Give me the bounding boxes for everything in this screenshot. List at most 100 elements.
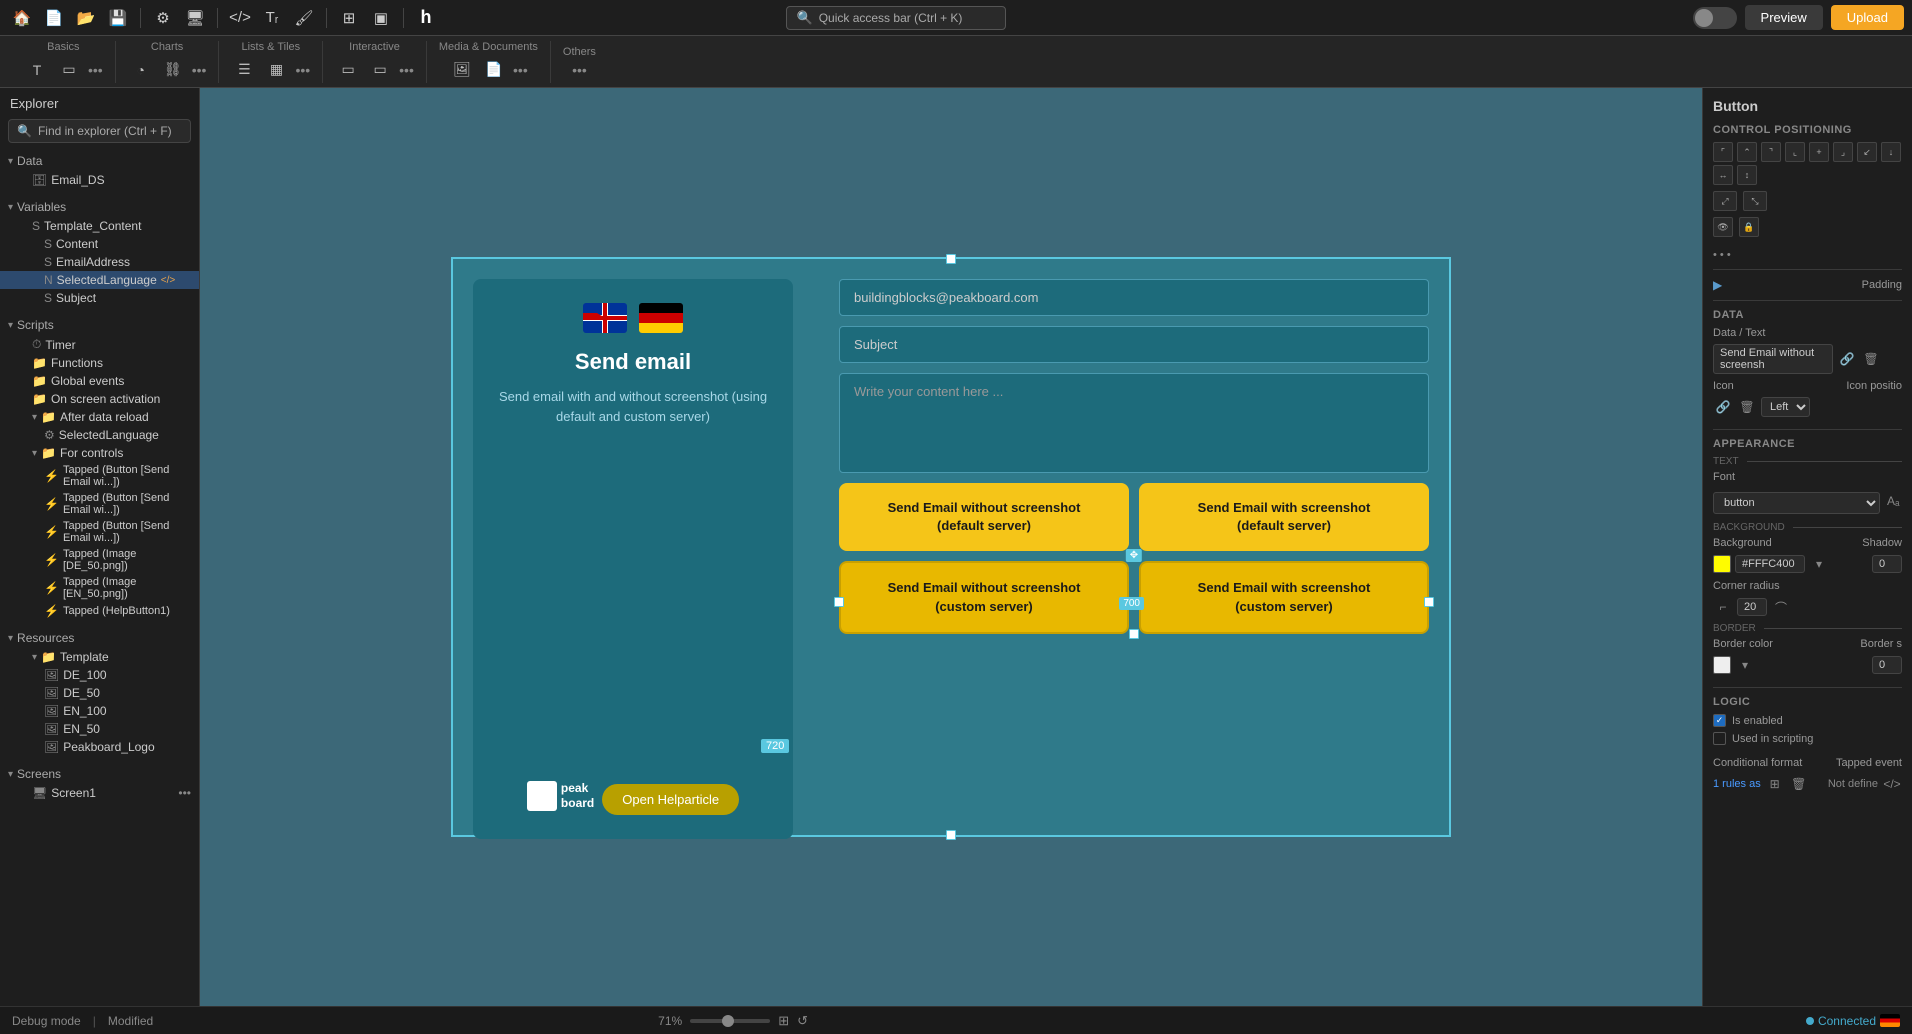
resize-handle-center[interactable]: ✥ — [1126, 549, 1142, 562]
font-resize-icon[interactable]: Aₐ — [1884, 491, 1902, 511]
basics-rect-icon[interactable]: ▭ — [56, 57, 82, 83]
tree-item-en50[interactable]: 🖼 EN_50 — [0, 720, 199, 738]
pos-bc[interactable]: ↓ — [1881, 142, 1901, 162]
font-dropdown[interactable]: button — [1713, 492, 1880, 514]
sel-handle-bottom-form[interactable] — [1129, 629, 1139, 639]
data-text-input[interactable]: Send Email without screensh — [1713, 344, 1833, 374]
media-image-icon[interactable]: 🖼 — [449, 57, 475, 83]
lists-grid-icon[interactable]: ▦ — [263, 57, 289, 83]
interactive-more[interactable]: ••• — [399, 57, 414, 83]
tree-item-tapped-de[interactable]: ⚡ Tapped (Image [DE_50.png]) — [0, 546, 199, 574]
data-link-btn[interactable]: 🔗 — [1837, 349, 1857, 369]
media-more[interactable]: ••• — [513, 57, 528, 83]
tree-item-tapped-1[interactable]: ⚡ Tapped (Button [Send Email wi...]) — [0, 462, 199, 490]
tree-item-subject[interactable]: S Subject — [0, 289, 199, 307]
tree-item-peakboard-logo[interactable]: 🖼 Peakboard_Logo — [0, 738, 199, 756]
send-no-screenshot-custom-btn[interactable]: Send Email without screenshot(custom ser… — [839, 561, 1129, 633]
resources-header[interactable]: ▾ Resources — [0, 628, 199, 648]
pos-mc[interactable]: + — [1809, 142, 1829, 162]
preview-button[interactable]: Preview — [1745, 5, 1823, 30]
pos-tr[interactable]: ⌝ — [1761, 142, 1781, 162]
charts-more[interactable]: ••• — [192, 57, 207, 83]
corner-radius-input[interactable]: 20 — [1737, 598, 1767, 616]
text-icon[interactable]: Tᵣ — [258, 4, 286, 32]
sel-handle-right[interactable] — [1424, 597, 1434, 607]
rules-edit-icon[interactable]: ⊞ — [1765, 774, 1785, 794]
code-icon[interactable]: </> — [226, 4, 254, 32]
data-delete-btn[interactable]: 🗑 — [1861, 349, 1881, 369]
shadow-input[interactable]: 0 — [1872, 555, 1902, 573]
icon-delete-btn[interactable]: 🗑 — [1737, 397, 1757, 417]
tree-item-for-controls[interactable]: ▾ 📁 For controls — [0, 444, 199, 462]
bg-color-input[interactable]: #FFFC400 — [1735, 555, 1805, 573]
zoom-slider[interactable] — [690, 1019, 770, 1023]
tree-item-en100[interactable]: 🖼 EN_100 — [0, 702, 199, 720]
basics-more[interactable]: ••• — [88, 57, 103, 83]
tree-item-emailaddress[interactable]: S EmailAddress — [0, 253, 199, 271]
toggle-switch[interactable] — [1693, 7, 1737, 29]
pos-ml[interactable]: ⌞ — [1785, 142, 1805, 162]
save-icon[interactable]: 💾 — [104, 4, 132, 32]
media-doc-icon[interactable]: 📄 — [481, 57, 507, 83]
scripts-header[interactable]: ▾ Scripts — [0, 315, 199, 335]
padding-expand-icon[interactable]: ▶ — [1713, 278, 1722, 292]
is-enabled-checkbox[interactable]: ✓ — [1713, 714, 1726, 727]
sel-handle-top[interactable] — [946, 254, 956, 264]
pos-fit-w[interactable]: ↔ — [1713, 165, 1733, 185]
explorer-search[interactable]: 🔍 Find in explorer (Ctrl + F) — [8, 119, 191, 143]
tree-item-selectedlanguage-script[interactable]: ⚙ SelectedLanguage — [0, 426, 199, 444]
tree-item-de50[interactable]: 🖼 DE_50 — [0, 684, 199, 702]
pos-bl[interactable]: ↙ — [1857, 142, 1877, 162]
email-address-input[interactable]: buildingblocks@peakboard.com — [839, 279, 1429, 316]
tree-item-content[interactable]: S Content — [0, 235, 199, 253]
tree-item-email-ds[interactable]: 🗄 Email_DS — [0, 171, 199, 189]
rules-delete-icon[interactable]: 🗑 — [1789, 774, 1809, 794]
pos-tc[interactable]: ⌃ — [1737, 142, 1757, 162]
tree-item-tapped-2[interactable]: ⚡ Tapped (Button [Send Email wi...]) — [0, 490, 199, 518]
basics-text-icon[interactable]: T — [24, 57, 50, 83]
charts-pie-icon[interactable]: ◔ — [128, 57, 154, 83]
tree-item-screen1[interactable]: 🖥 Screen1 ••• — [0, 784, 199, 802]
rules-label[interactable]: 1 rules as — [1713, 778, 1761, 790]
border-color-swatch[interactable] — [1713, 656, 1731, 674]
send-with-screenshot-default-btn[interactable]: Send Email with screenshot(default serve… — [1139, 483, 1429, 551]
icon-link-btn[interactable]: 🔗 — [1713, 397, 1733, 417]
tree-item-tapped-en[interactable]: ⚡ Tapped (Image [EN_50.png]) — [0, 574, 199, 602]
bg-color-swatch[interactable] — [1713, 555, 1731, 573]
helparticle-button[interactable]: Open Helparticle — [602, 784, 739, 815]
screens-header[interactable]: ▾ Screens — [0, 764, 199, 784]
lock-icon[interactable]: 🔒 — [1739, 217, 1759, 237]
tree-item-template[interactable]: ▾ 📁 Template — [0, 648, 199, 666]
zoom-fit-icon[interactable]: ⊞ — [778, 1013, 789, 1029]
interactive-btn-icon[interactable]: ▭ — [335, 57, 361, 83]
corner-individual-btn[interactable]: ⌒ — [1771, 597, 1791, 617]
icon-position-dropdown[interactable]: Left — [1761, 397, 1810, 417]
pos-collapse[interactable]: ⤡ — [1743, 191, 1767, 211]
quick-access-bar[interactable]: 🔍 Quick access bar (Ctrl + K) — [786, 6, 1006, 30]
interactive-input-icon[interactable]: ▭ — [367, 57, 393, 83]
tree-item-timer[interactable]: ⏱ Timer — [0, 335, 199, 354]
home-icon[interactable]: 🏠 — [8, 4, 36, 32]
tree-item-after-data[interactable]: ▾ 📁 After data reload — [0, 408, 199, 426]
grid-icon[interactable]: ⊞ — [335, 4, 363, 32]
tree-item-global-events[interactable]: 📁 Global events — [0, 372, 199, 390]
lists-more[interactable]: ••• — [295, 57, 310, 83]
send-with-screenshot-custom-btn[interactable]: Send Email with screenshot(custom server… — [1139, 561, 1429, 633]
paintbrush-icon[interactable]: 🖌 — [290, 4, 318, 32]
settings-icon[interactable]: ⚙ — [149, 4, 177, 32]
sel-handle-left[interactable] — [834, 597, 844, 607]
tree-item-tapped-3[interactable]: ⚡ Tapped (Button [Send Email wi...]) — [0, 518, 199, 546]
border-size-input[interactable]: 0 — [1872, 656, 1902, 674]
tree-item-on-screen[interactable]: 📁 On screen activation — [0, 390, 199, 408]
zoom-reset-icon[interactable]: ↺ — [797, 1013, 808, 1029]
corner-all-btn[interactable]: ⌐ — [1713, 597, 1733, 617]
subject-input[interactable]: Subject — [839, 326, 1429, 363]
tree-item-template-content[interactable]: S Template_Content — [0, 217, 199, 235]
tapped-code-icon[interactable]: </> — [1882, 774, 1902, 794]
content-textarea[interactable]: Write your content here ... — [839, 373, 1429, 473]
variables-header[interactable]: ▾ Variables — [0, 197, 199, 217]
pos-mr[interactable]: ⌟ — [1833, 142, 1853, 162]
sel-handle-bottom[interactable] — [946, 830, 956, 840]
lists-list-icon[interactable]: ☰ — [231, 57, 257, 83]
tree-item-functions[interactable]: 📁 Functions — [0, 354, 199, 372]
